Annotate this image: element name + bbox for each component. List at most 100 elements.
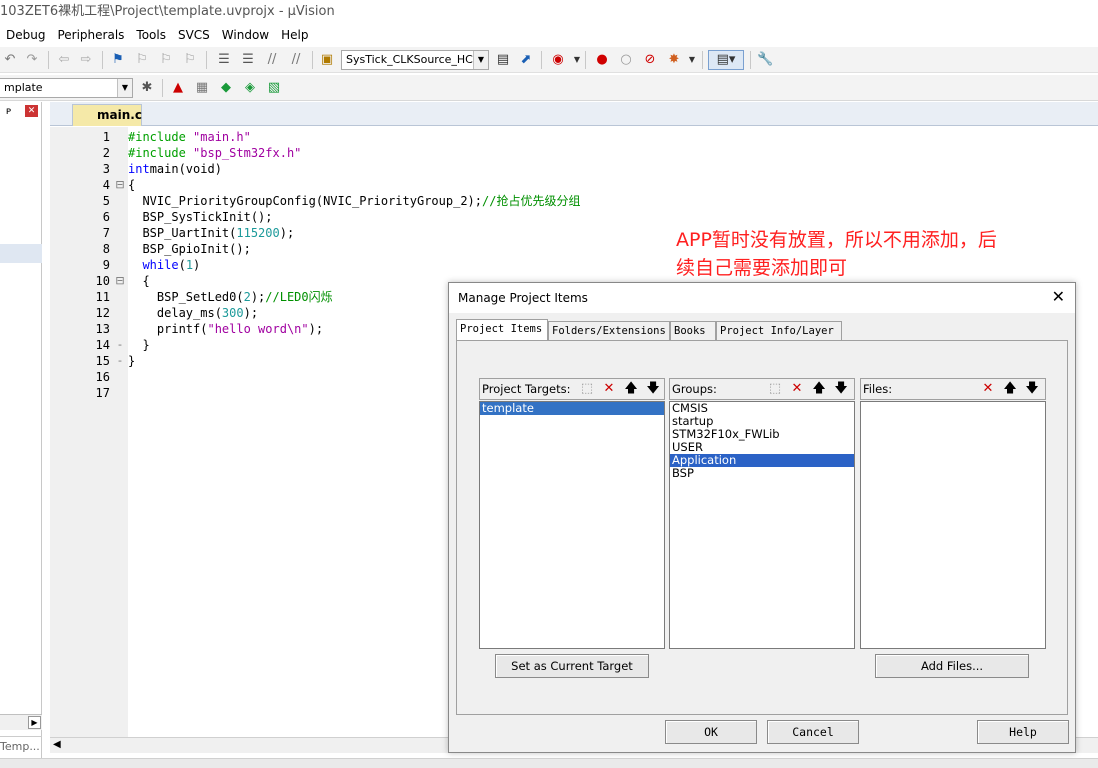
kill-breakpoints-icon[interactable]: ✸ (666, 52, 682, 68)
new-icon[interactable]: ⬚ (766, 380, 784, 398)
code-line[interactable]: intmain(void) (128, 161, 222, 177)
code-line[interactable]: BSP_GpioInit(); (128, 241, 250, 257)
list-item-template[interactable]: template (480, 402, 664, 415)
help-button[interactable]: Help (977, 720, 1069, 744)
find-combo[interactable]: SysTick_CLKSource_HCLK ▼ (341, 50, 489, 70)
next-bookmark-icon[interactable]: ⚐ (158, 52, 174, 68)
code-line[interactable]: BSP_UartInit(115200); (128, 225, 294, 241)
find-in-files-icon[interactable]: ▣ (319, 52, 335, 68)
targets-list[interactable]: template (479, 401, 665, 649)
move-down-icon[interactable]: 🡇 (644, 380, 662, 398)
targets-label: Project Targets: (482, 382, 571, 396)
move-up-icon[interactable]: 🡅 (1001, 380, 1019, 398)
software-pack-icon[interactable]: ▧ (266, 80, 282, 96)
project-tree-selection[interactable] (0, 244, 42, 263)
debug-session-icon[interactable]: ◉ (550, 52, 566, 68)
set-current-target-button[interactable]: Set as Current Target (495, 654, 649, 678)
list-item-bsp[interactable]: BSP (670, 467, 854, 480)
code-line[interactable]: printf("hello word\n"); (128, 321, 323, 337)
code-token: { (128, 274, 150, 288)
horizontal-scrollbar[interactable]: ▶ (0, 714, 42, 730)
list-item-application[interactable]: Application (670, 454, 854, 467)
menu-debug[interactable]: Debug (0, 28, 51, 42)
breakpoint-disabled-icon[interactable]: ○ (618, 52, 634, 68)
nav-back-icon[interactable]: ⇦ (56, 52, 72, 68)
code-token: 2 (243, 290, 251, 304)
move-down-icon[interactable]: 🡇 (832, 380, 850, 398)
prev-bookmark-icon[interactable]: ⚐ (134, 52, 150, 68)
bottom-tab-template[interactable]: Temp... (0, 736, 42, 756)
line-number: 10 (95, 274, 110, 288)
uncomment-icon[interactable]: // (288, 52, 304, 68)
code-line[interactable]: } (128, 353, 135, 369)
code-line[interactable]: while(1) (128, 257, 200, 273)
code-line[interactable]: { (128, 177, 135, 193)
incremental-find-icon[interactable]: ⬈ (518, 52, 534, 68)
tab-books[interactable]: Books (670, 321, 716, 341)
bookmark-icon[interactable]: ⚑ (110, 52, 126, 68)
nav-forward-icon[interactable]: ⇨ (78, 52, 94, 68)
code-line[interactable]: BSP_SetLed0(2);//LED0闪烁 (128, 289, 333, 305)
unindent-icon[interactable]: ☰ (240, 52, 256, 68)
code-line[interactable]: NVIC_PriorityGroupConfig(NVIC_PriorityGr… (128, 193, 580, 209)
close-icon[interactable]: ✕ (1052, 289, 1065, 305)
target-options-icon[interactable]: ✱ (139, 80, 155, 96)
configure-icon[interactable]: 🔧 (757, 52, 773, 68)
move-up-icon[interactable]: 🡅 (810, 380, 828, 398)
delete-icon[interactable]: ✕ (788, 380, 806, 398)
files-list[interactable] (860, 401, 1046, 649)
code-line[interactable]: { (128, 273, 150, 289)
scroll-left-icon[interactable]: ◀ (53, 739, 61, 750)
code-line[interactable]: } (128, 337, 149, 353)
code-line[interactable]: #include "main.h" (128, 129, 251, 145)
run-time-environment-icon[interactable]: ◈ (242, 80, 258, 96)
delete-icon[interactable]: ✕ (600, 380, 618, 398)
tab-folders-extensions[interactable]: Folders/Extensions (548, 321, 670, 341)
pack-installer-icon[interactable]: ◆ (218, 80, 234, 96)
menu-tools[interactable]: Tools (130, 28, 172, 42)
window-layout-icon[interactable]: ▤▾ (708, 50, 744, 70)
add-files-button[interactable]: Add Files... (875, 654, 1029, 678)
groups-list[interactable]: CMSIS startup STM32F10x_FWLib USER Appli… (669, 401, 855, 649)
indent-icon[interactable]: ☰ (216, 52, 232, 68)
move-up-icon[interactable]: 🡅 (622, 380, 640, 398)
move-down-icon[interactable]: 🡇 (1023, 380, 1041, 398)
select-packs-icon[interactable]: ▦ (194, 80, 210, 96)
line-number: 4 (102, 178, 110, 192)
chevron-down-icon[interactable]: ▼ (684, 52, 700, 68)
delete-icon[interactable]: ✕ (979, 380, 997, 398)
menu-help[interactable]: Help (275, 28, 314, 42)
chevron-down-icon[interactable]: ▼ (117, 79, 132, 97)
cancel-button[interactable]: Cancel (767, 720, 859, 744)
breakpoint-icon[interactable]: ● (594, 52, 610, 68)
comment-icon[interactable]: // (264, 52, 280, 68)
tab-project-items[interactable]: Project Items (456, 319, 548, 341)
scroll-right-icon[interactable]: ▶ (28, 716, 41, 729)
target-combo-value: mplate (4, 81, 43, 94)
pin-icon[interactable]: ᴘ (6, 106, 11, 117)
menu-peripherals[interactable]: Peripherals (51, 28, 130, 42)
disable-all-breakpoints-icon[interactable]: ⊘ (642, 52, 658, 68)
line-number: 8 (102, 242, 110, 256)
undo-icon[interactable]: ↶ (2, 52, 18, 68)
code-line[interactable]: BSP_SysTickInit(); (128, 209, 272, 225)
fold-marker[interactable]: ⊟ (114, 177, 126, 193)
fold-marker[interactable]: ⊟ (114, 273, 126, 289)
manage-project-items-icon[interactable]: ▲ (170, 80, 186, 96)
menu-window[interactable]: Window (216, 28, 275, 42)
menu-svcs[interactable]: SVCS (172, 28, 216, 42)
ok-button[interactable]: OK (665, 720, 757, 744)
new-icon[interactable]: ⬚ (578, 380, 596, 398)
code-line[interactable]: delay_ms(300); (128, 305, 258, 321)
redo-icon[interactable]: ↷ (24, 52, 40, 68)
close-icon[interactable]: ✕ (25, 105, 38, 117)
tab-main-c[interactable]: main.c (72, 104, 142, 126)
tab-project-info-layer[interactable]: Project Info/Layer (716, 321, 842, 341)
target-combo[interactable]: mplate ▼ (0, 78, 133, 98)
code-line[interactable]: #include "bsp_Stm32fx.h" (128, 145, 301, 161)
chevron-down-icon[interactable]: ▼ (569, 52, 585, 68)
clear-bookmarks-icon[interactable]: ⚐ (182, 52, 198, 68)
chevron-down-icon[interactable]: ▼ (473, 51, 488, 69)
find-icon[interactable]: ▤ (495, 52, 511, 68)
code-token: "bsp_Stm32fx.h" (193, 146, 302, 160)
